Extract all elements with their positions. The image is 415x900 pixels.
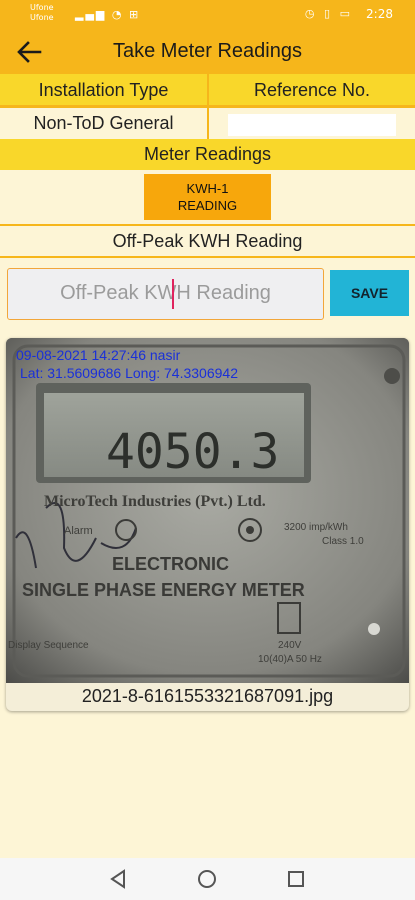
status-bar: Ufone Ufone ▂▄▆ ◔ ⊞ ◷ ▯ ▭ 2:28 <box>0 0 415 30</box>
meter-photo-image: 09-08-2021 14:27:46 nasir Lat: 31.560968… <box>6 338 409 683</box>
meter-type-line1: ELECTRONIC <box>112 554 229 574</box>
alarm-icon: ◷ <box>304 7 318 20</box>
reference-no-header: Reference No. <box>253 79 371 100</box>
carrier-labels: Ufone Ufone <box>30 3 54 23</box>
meter-display-sequence: Display Sequence <box>8 640 89 651</box>
photo-filename: 2021-8-6161553321687091.jpg <box>81 686 334 706</box>
usb-icon: ⊞ <box>129 8 141 21</box>
section-divider <box>0 256 415 258</box>
reference-no-field <box>228 114 396 136</box>
meter-voltage: 240V <box>278 640 302 651</box>
photo-stamp-line1: 09-08-2021 14:27:46 nasir <box>16 347 181 363</box>
meter-type-line2: SINGLE PHASE ENERGY METER <box>22 580 305 600</box>
page-title: Take Meter Readings <box>113 40 302 62</box>
meter-display-reading: 4050.3 <box>106 424 279 480</box>
input-placeholder: Off-Peak KWH Reading <box>60 282 271 304</box>
kwh-1-reading-button[interactable]: KWH-1 READING <box>144 174 271 220</box>
carrier-bottom: Ufone <box>30 13 54 22</box>
meter-photo-card[interactable]: 09-08-2021 14:27:46 nasir Lat: 31.560968… <box>6 338 409 711</box>
meter-readings-header: Meter Readings <box>0 139 415 170</box>
save-button[interactable]: SAVE <box>330 270 409 316</box>
signal-icons: ▂▄▆ ◔ ⊞ <box>75 8 140 21</box>
photo-stamp-line2: Lat: 31.5609686 Long: 74.3306942 <box>20 365 238 381</box>
installation-type-header: Installation Type <box>38 79 169 100</box>
meter-readings-title: Meter Readings <box>143 144 272 164</box>
off-peak-reading-input[interactable]: Off-Peak KWH Reading <box>7 268 324 320</box>
text-cursor <box>172 279 174 309</box>
kwh-button-label-line1: KWH-1 <box>186 181 229 196</box>
meter-imp-label: 3200 imp/kWh <box>284 522 348 533</box>
carrier-top: Ufone <box>30 3 54 12</box>
off-peak-reading-label: Off-Peak KWH Reading <box>112 230 303 251</box>
circle-home-icon[interactable] <box>196 868 218 890</box>
vibrate-icon: ▯ <box>324 7 334 20</box>
wifi-icon: ◔ <box>111 8 124 21</box>
back-button[interactable] <box>14 38 44 66</box>
square-recents-icon[interactable] <box>286 869 306 889</box>
meter-current-rating: 10(40)A 50 Hz <box>258 654 322 665</box>
status-right-icons: ◷ ▯ ▭ <box>305 7 353 20</box>
installation-type-value: Non-ToD General <box>33 113 174 133</box>
signal-icon: ▂▄▆ <box>75 8 107 21</box>
system-nav-bar <box>0 858 415 900</box>
reading-label-row: Off-Peak KWH Reading <box>0 226 415 256</box>
app-bar: Take Meter Readings <box>0 30 415 74</box>
kwh-button-label-line2: READING <box>177 198 238 213</box>
info-table-header: Installation Type Reference No. <box>0 74 415 106</box>
meter-class-label: Class 1.0 <box>322 536 364 547</box>
meter-alarm-label: Alarm <box>64 525 93 537</box>
info-table-values: Non-ToD General <box>0 108 415 139</box>
battery-icon: ▭ <box>339 7 353 20</box>
triangle-back-icon[interactable] <box>108 868 128 890</box>
arrow-back-icon <box>17 41 42 63</box>
status-time: 2:28 <box>366 7 393 21</box>
meter-photo[interactable]: 09-08-2021 14:27:46 nasir Lat: 31.560968… <box>6 338 409 683</box>
table-divider <box>207 108 209 139</box>
meter-manufacturer: MicroTech Industries (Pvt.) Ltd. <box>44 493 266 510</box>
